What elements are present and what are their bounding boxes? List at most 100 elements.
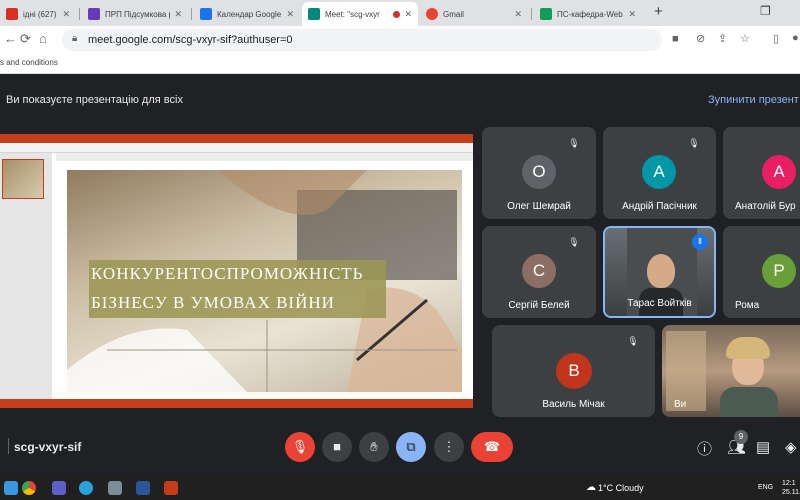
telegram-icon[interactable] [79, 481, 93, 495]
avatar: Р [762, 254, 796, 288]
hang-up-icon: ☎︎ [483, 439, 501, 454]
participant-name: Сергій Белей [508, 300, 570, 311]
avatar: С [522, 254, 556, 288]
close-icon[interactable]: ✕ [514, 9, 522, 20]
close-icon[interactable]: ✕ [628, 9, 636, 20]
lock-icon: 🔒︎ [72, 33, 78, 44]
close-icon[interactable]: ✕ [286, 9, 294, 20]
info-icon[interactable]: ⓘ [697, 438, 712, 459]
windows-start-icon[interactable] [4, 481, 18, 495]
close-icon[interactable]: ✕ [404, 9, 412, 20]
meet-icon [308, 8, 320, 20]
participant-tile[interactable]: Р Рома [723, 226, 800, 318]
camera-icon: ■ [333, 439, 341, 454]
chrome-icon[interactable] [22, 481, 36, 495]
ppt-ruler [56, 153, 473, 161]
participant-tile[interactable]: В 🎙︎ Василь Мічак [492, 325, 655, 417]
back-icon[interactable]: ← [4, 31, 17, 46]
participant-name: Тарас Войтків [627, 298, 692, 309]
avatar: В [556, 353, 592, 389]
participant-tile-speaking[interactable]: ⦀ Тарас Войтків [603, 226, 716, 318]
microphone-toggle-button[interactable]: 🎙︎ [285, 432, 315, 462]
chat-icon[interactable]: ▤ [756, 438, 770, 456]
presentation-slide: КОНКУРЕНТОСПРОМОЖНІСТЬ БІЗНЕСУ В УМОВАХ … [67, 170, 462, 392]
participant-count-badge: 9 [734, 430, 748, 444]
close-icon[interactable]: ✕ [174, 9, 182, 20]
gmail-icon [6, 8, 18, 20]
translate-icon[interactable]: ⊘ [696, 32, 705, 45]
mic-muted-icon: 🎙︎ [688, 138, 700, 148]
presented-screen: КОНКУРЕНТОСПРОМОЖНІСТЬ БІЗНЕСУ В УМОВАХ … [0, 134, 473, 408]
tab-calendar[interactable]: Календар Google - п ✕ [194, 2, 300, 26]
restore-window-icon[interactable]: ❐ [760, 4, 771, 18]
share-icon[interactable]: ⇪ [718, 32, 727, 45]
camera-toggle-button[interactable]: ■ [322, 432, 352, 462]
participant-name: Василь Мічак [542, 399, 605, 410]
clock-time: 12:1 [782, 480, 796, 487]
raise-hand-button[interactable]: ✋︎ [359, 432, 389, 462]
ppt-title-bar [0, 134, 473, 143]
profile-icon[interactable]: ● [792, 32, 799, 44]
slide-title-line-1: КОНКУРЕНТОСПРОМОЖНІСТЬ [89, 260, 386, 288]
address-bar-row: ← ⟳ ⌂ 🔒︎ meet.google.com/scg-vxyr-sif?au… [0, 26, 800, 54]
participant-name: Рома [735, 300, 760, 311]
side-panel-icon[interactable]: ▯ [773, 32, 779, 45]
save-icon[interactable] [108, 481, 122, 495]
sheets-icon [540, 8, 552, 20]
slide-thumbnail [2, 159, 44, 199]
windows-taskbar: 1°C Cloudy ☁ ENG 12:1 25.11.2 [0, 476, 800, 500]
tab-meet[interactable]: Meet: "scg-vxyr ✕ [302, 2, 418, 26]
bookmark-item[interactable]: s and conditions [0, 58, 58, 67]
url-field[interactable]: 🔒︎ meet.google.com/scg-vxyr-sif?authuser… [62, 29, 679, 51]
participant-name: Андрій Пасічник [622, 201, 697, 212]
avatar: О [522, 155, 556, 189]
home-icon[interactable]: ⌂ [39, 31, 47, 46]
mic-muted-icon: 🎙︎ [627, 336, 639, 346]
activities-icon[interactable]: ◈ [785, 438, 797, 456]
participant-name: Олег Шемрай [507, 201, 571, 212]
participant-tile[interactable]: С 🎙︎ Сергій Белей [482, 226, 596, 318]
stop-presenting-button[interactable]: Зупинити презент [708, 94, 799, 106]
forms-icon [88, 8, 100, 20]
powerpoint-icon[interactable] [164, 481, 178, 495]
bookmarks-bar: s and conditions [0, 54, 800, 74]
mic-muted-icon: 🎙︎ [568, 138, 580, 148]
hand-icon: ✋︎ [370, 439, 378, 454]
presenting-banner: Ви показуєте презентацію для всіх Зупини… [0, 88, 800, 114]
more-vert-icon: ⋮ [442, 439, 456, 454]
clock[interactable]: 12:1 25.11.2 [782, 479, 800, 497]
weather-widget[interactable]: 1°C Cloudy [598, 483, 644, 493]
tab-title: ПРП Підсумкова робо [105, 9, 170, 19]
calendar-icon [200, 8, 212, 20]
present-screen-button[interactable]: ⧉ [396, 432, 426, 462]
language-indicator[interactable]: ENG [758, 484, 773, 491]
participant-tile[interactable]: О 🎙︎ Олег Шемрай [482, 127, 596, 219]
reload-icon[interactable]: ⟳ [20, 31, 31, 47]
ppt-thumbnail-pane [0, 153, 52, 399]
bookmark-star-icon[interactable]: ☆ [740, 32, 750, 45]
word-icon[interactable] [136, 481, 150, 495]
divider [8, 438, 9, 454]
participant-tile[interactable]: А 🎙︎ Андрій Пасічник [603, 127, 716, 219]
tab-title: ідні (627) - irinafedo [23, 9, 58, 19]
tab-forms[interactable]: ПРП Підсумкова робо ✕ [82, 2, 188, 26]
tab-gmail-inbox[interactable]: ідні (627) - irinafedo ✕ [0, 2, 76, 26]
new-tab-button[interactable]: + [654, 3, 663, 20]
self-video-tile[interactable]: Ви [662, 325, 800, 417]
more-options-button[interactable]: ⋮ [434, 432, 464, 462]
cloud-icon: ☁ [586, 482, 596, 493]
ppt-ribbon [0, 143, 473, 153]
camera-icon[interactable]: ■ [672, 33, 679, 45]
tab-title: Meet: "scg-vxyr [325, 9, 380, 19]
close-icon[interactable]: ✕ [62, 9, 70, 20]
tab-sheets[interactable]: ПС-кафедра-Web v.3 ✕ [534, 2, 642, 26]
mic-off-icon: 🎙︎ [291, 439, 309, 454]
meeting-code: scg-vxyr-sif [14, 440, 82, 454]
teams-icon[interactable] [52, 481, 66, 495]
tab-title: ПС-кафедра-Web v.3 [557, 9, 624, 19]
participant-tile[interactable]: А Анатолій Бур [723, 127, 800, 219]
participant-name: Анатолій Бур [735, 201, 796, 212]
presenting-banner-text: Ви показуєте презентацію для всіх [6, 94, 183, 106]
tab-gmail[interactable]: Gmail ✕ [420, 2, 528, 26]
leave-call-button[interactable]: ☎︎ [471, 432, 513, 462]
